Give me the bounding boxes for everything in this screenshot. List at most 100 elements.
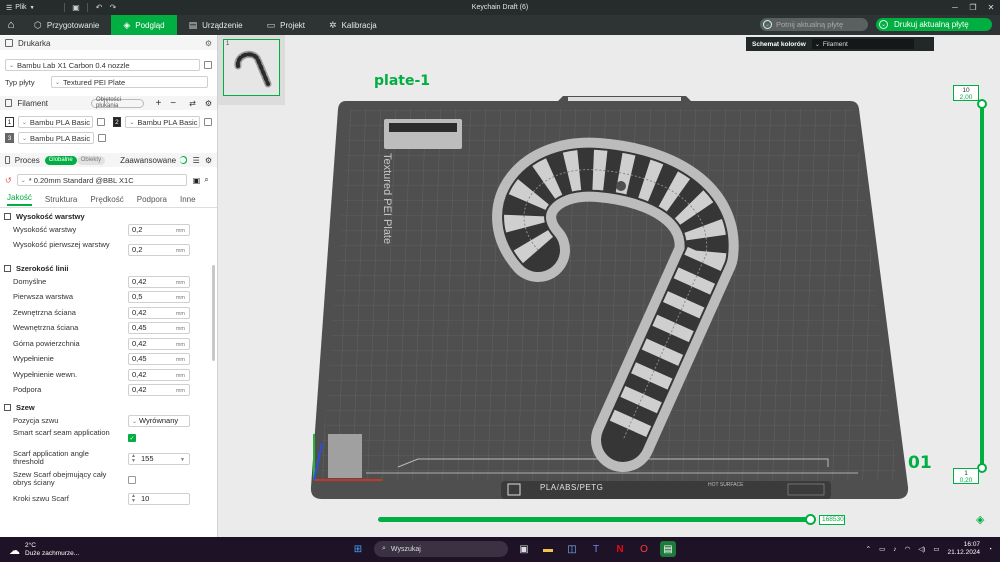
- tab-support[interactable]: Podpora: [137, 195, 167, 204]
- tab-quality[interactable]: Jakość: [7, 193, 32, 206]
- close-icon[interactable]: ✕: [982, 0, 1000, 15]
- 3d-viewport[interactable]: 1 Schemat kolorów ⌄ Filament plate-1 Tex…: [218, 35, 1000, 537]
- scarf-threshold-spinner[interactable]: ▲ ▼ 155 ▼: [128, 453, 190, 465]
- teams-icon[interactable]: T: [588, 541, 604, 557]
- print-plate-button[interactable]: ⌄ Drukuj aktualną płytę: [876, 18, 992, 31]
- advanced-switch[interactable]: [179, 156, 187, 164]
- line-width-input[interactable]: 0,5 mm: [128, 291, 190, 303]
- remove-icon[interactable]: −: [170, 98, 176, 109]
- window-title: Keychain Draft (6): [471, 4, 529, 11]
- flush-volumes-button[interactable]: Objętości płukania: [91, 97, 145, 109]
- sync-icon[interactable]: ⇄: [189, 99, 196, 108]
- tab-prepare[interactable]: ⬡ Przygotowanie: [22, 15, 111, 35]
- clock[interactable]: 16:07 21.12.2024: [948, 541, 981, 557]
- notifications-icon[interactable]: ◔: [988, 546, 992, 553]
- weather-widget[interactable]: ☁ 2°C Duże zachmurze...: [9, 542, 79, 558]
- search-icon[interactable]: ⌕: [204, 175, 208, 185]
- bambu-studio-icon[interactable]: ▤: [660, 541, 676, 557]
- line-width-input[interactable]: 0,45 mm: [128, 353, 190, 365]
- setting-value: Wyrównany: [139, 415, 179, 425]
- tab-others[interactable]: Inne: [180, 195, 196, 204]
- file-menu[interactable]: ☰ Plik ▼: [0, 4, 60, 12]
- tab-speed[interactable]: Prędkość: [90, 195, 123, 204]
- wifi-icon[interactable]: ◠: [905, 545, 911, 553]
- minimize-icon[interactable]: ─: [946, 0, 964, 15]
- edit-icon[interactable]: [204, 61, 212, 69]
- line-width-input[interactable]: 0,42 mm: [128, 384, 190, 396]
- setting-value: 0,5: [132, 292, 143, 301]
- plate-type-value: Textured PEI Plate: [63, 77, 126, 87]
- objects-toggle[interactable]: Obiekty: [76, 155, 106, 165]
- layer-slider-top-handle[interactable]: [977, 99, 987, 109]
- line-width-input[interactable]: 0,42 mm: [128, 306, 190, 319]
- task-view-icon[interactable]: ▣: [516, 541, 532, 557]
- volume-icon[interactable]: ◁): [918, 545, 925, 553]
- layers-icon[interactable]: ◈: [976, 513, 984, 526]
- setting-row: Wewnętrzna ściana 0,45 mm: [0, 321, 217, 337]
- undo-icon[interactable]: ↶: [92, 0, 106, 15]
- edit-icon[interactable]: [204, 118, 212, 126]
- store-icon[interactable]: ◫: [564, 541, 580, 557]
- gear-icon[interactable]: ⚙: [205, 156, 212, 165]
- setting-value: 0,2: [132, 225, 143, 234]
- move-slider[interactable]: [378, 517, 810, 522]
- sidebar-scrollbar[interactable]: [212, 265, 215, 361]
- filament-select[interactable]: ⌄ Bambu PLA Basic: [17, 116, 93, 128]
- setting-label: Wysokość pierwszej warstwy: [13, 239, 110, 249]
- line-width-input[interactable]: 0,42 mm: [128, 275, 190, 288]
- printer-select[interactable]: ⌄ Bambu Lab X1 Carbon 0.4 nozzle: [5, 59, 201, 71]
- netflix-icon[interactable]: N: [612, 541, 628, 557]
- windows-start-icon[interactable]: ⊞: [350, 541, 366, 557]
- line-width-input[interactable]: 0,42 mm: [128, 368, 190, 381]
- home-icon[interactable]: ⌂: [0, 15, 22, 35]
- scarf-steps-spinner[interactable]: ▲ ▼ 10: [128, 493, 190, 505]
- filament-section-header: Filament Objętości płukania + − ⇄ ⚙: [0, 96, 217, 110]
- unit-label: mm: [175, 310, 185, 317]
- opera-icon[interactable]: O: [636, 541, 652, 557]
- edit-icon[interactable]: [96, 118, 105, 126]
- tab-strength[interactable]: Struktura: [45, 195, 77, 204]
- layer-slider[interactable]: [980, 103, 984, 469]
- slice-plate-button[interactable]: ⌄ Potnij aktualną płytę: [760, 18, 868, 31]
- seam-position-select[interactable]: ⌄ Wyrównany: [128, 414, 190, 427]
- plate-type-select[interactable]: ⌄ Textured PEI Plate: [51, 76, 208, 88]
- edit-icon[interactable]: [98, 134, 106, 142]
- monitor-icon[interactable]: ▭: [879, 545, 885, 553]
- first-layer-height-input[interactable]: 0,2 mm: [128, 243, 190, 256]
- filament-select[interactable]: ⌄ Bambu PLA Basic: [18, 132, 94, 144]
- layer-height-input[interactable]: 0,2 mm: [128, 224, 190, 236]
- save-icon[interactable]: ▣: [193, 176, 201, 185]
- group-title: Wysokość warstwy: [16, 212, 85, 221]
- chevron-down-icon: ⌄: [55, 79, 61, 86]
- line-width-input[interactable]: 0,42 mm: [128, 337, 190, 350]
- audio-icon[interactable]: ♪: [893, 546, 896, 553]
- scarf-inner-checkbox[interactable]: [128, 476, 136, 484]
- tab-device[interactable]: ▤ Urządzenie: [177, 15, 255, 35]
- add-icon[interactable]: +: [155, 98, 161, 109]
- tab-calibration[interactable]: ✲ Kalibracja: [317, 15, 389, 35]
- gear-icon[interactable]: ⚙: [205, 99, 212, 108]
- list-icon[interactable]: ☰: [193, 156, 200, 165]
- redo-icon[interactable]: ↷: [106, 0, 120, 15]
- setting-row: Podpora 0,42 mm: [0, 383, 217, 399]
- move-slider-handle[interactable]: [805, 514, 816, 525]
- setting-label: Górna powierzchnia: [13, 338, 80, 348]
- file-explorer-icon[interactable]: ▬: [540, 541, 556, 557]
- battery-icon[interactable]: ▭: [933, 545, 939, 553]
- process-preset-select[interactable]: ⌄ * 0.20mm Standard @BBL X1C: [16, 174, 187, 186]
- global-toggle[interactable]: Globalne: [44, 155, 77, 165]
- smart-scarf-checkbox[interactable]: ✓: [128, 434, 136, 442]
- taskbar-search[interactable]: ⌕ Wyszukaj: [374, 541, 508, 557]
- filament-select[interactable]: ⌄ Bambu PLA Basic: [125, 116, 201, 128]
- line-width-input[interactable]: 0,45 mm: [128, 322, 190, 334]
- save-icon[interactable]: ▣: [69, 0, 83, 15]
- plate-tab: [568, 97, 681, 101]
- line-width-icon: [4, 264, 11, 272]
- tab-preview[interactable]: ◈ Podgląd: [111, 15, 177, 35]
- reset-icon[interactable]: ↺: [5, 176, 12, 185]
- gear-icon[interactable]: ⚙: [205, 39, 212, 48]
- tab-project[interactable]: ▭ Projekt: [255, 15, 317, 35]
- unit-label: mm: [175, 372, 185, 379]
- restore-icon[interactable]: ❐: [964, 0, 982, 15]
- chevron-up-icon[interactable]: ⌃: [866, 545, 871, 553]
